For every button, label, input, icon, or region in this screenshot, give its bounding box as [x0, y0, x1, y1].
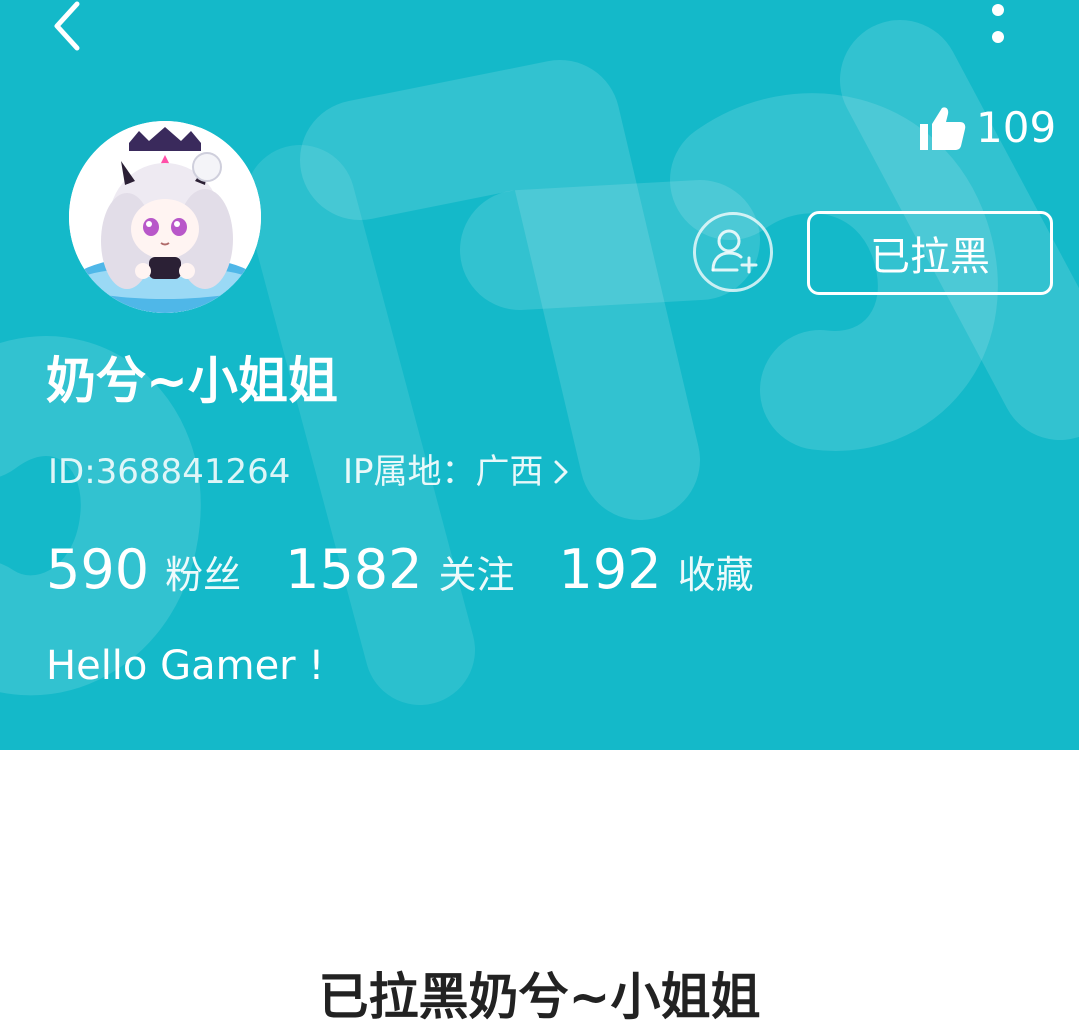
avatar-image	[69, 121, 261, 313]
stat-value: 1582	[285, 538, 423, 601]
avatar[interactable]	[69, 121, 261, 313]
likes-count: 109	[976, 103, 1057, 152]
stat-value: 590	[46, 538, 150, 601]
ip-location-text: IP属地：广西	[343, 452, 544, 492]
chevron-right-icon	[552, 458, 570, 486]
more-menu-button[interactable]	[978, 0, 1018, 50]
profile-bio: Hello Gamer !	[46, 643, 325, 689]
follow-button[interactable]	[693, 212, 773, 292]
stat-followers[interactable]: 590 粉丝	[46, 538, 241, 601]
thumbs-up-icon	[920, 107, 966, 150]
user-id: ID:368841264	[48, 452, 291, 492]
profile-stats: 590 粉丝 1582 关注 192 收藏	[46, 538, 754, 608]
blocked-button[interactable]: 已拉黑	[807, 211, 1053, 295]
stat-favorites[interactable]: 192 收藏	[559, 538, 754, 601]
stat-label: 关注	[438, 553, 515, 597]
ip-location[interactable]: IP属地：广西	[343, 450, 570, 494]
profile-header: 109 已拉黑 奶兮~小姐姐 ID:368841264 IP属地：广西 590 …	[0, 0, 1079, 750]
stat-value: 192	[558, 538, 662, 601]
blocked-message: 已拉黑奶兮~小姐姐	[318, 968, 761, 1026]
profile-name: 奶兮~小姐姐	[46, 352, 338, 410]
chevron-left-icon	[54, 1, 80, 51]
add-user-icon	[711, 229, 758, 274]
more-vertical-icon	[992, 4, 1004, 43]
back-button[interactable]	[44, 0, 88, 52]
likes-counter[interactable]: 109	[918, 100, 1056, 156]
stat-label: 粉丝	[165, 553, 242, 597]
stat-label: 收藏	[677, 553, 754, 597]
stat-following[interactable]: 1582 关注	[285, 538, 514, 601]
